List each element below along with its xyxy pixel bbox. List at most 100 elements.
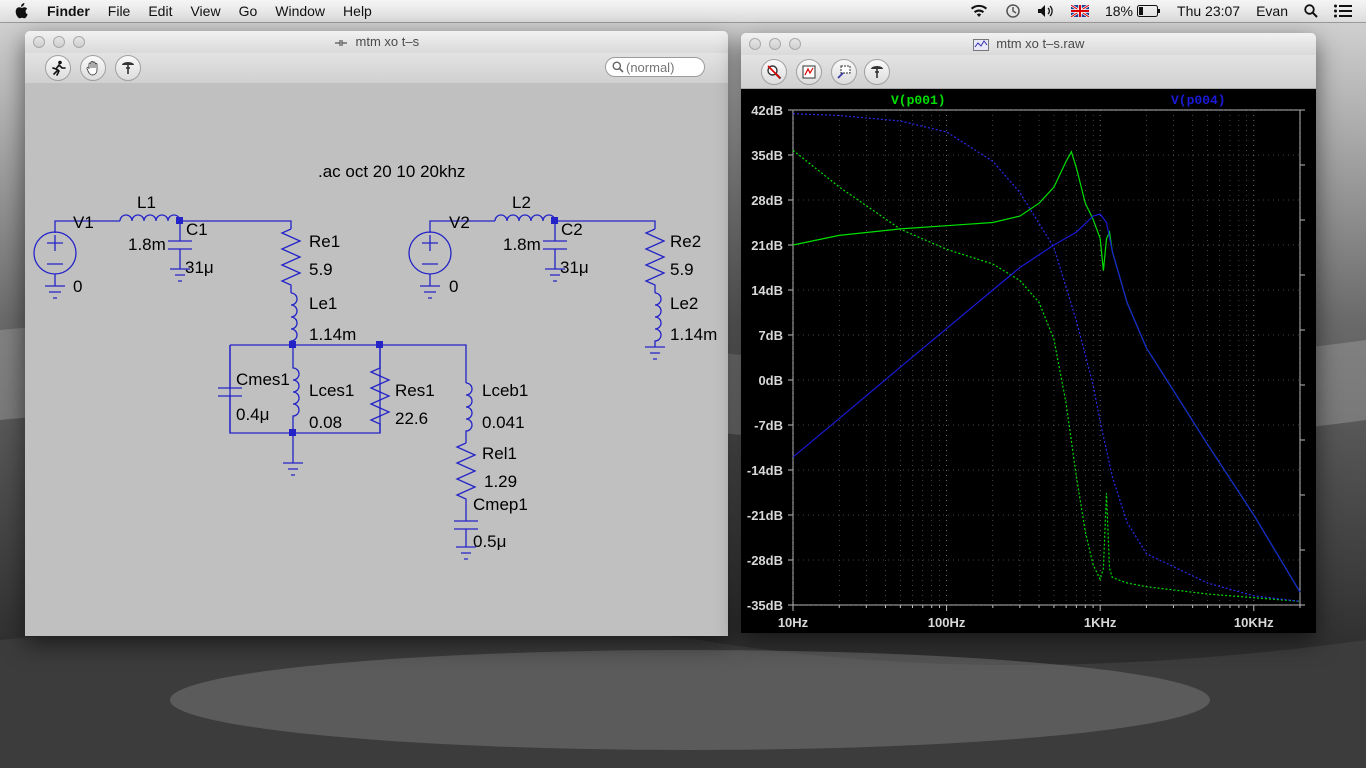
x-tick-label: 10KHz (1234, 615, 1274, 630)
inductor-l2[interactable] (494, 214, 556, 222)
battery-status[interactable]: 18% (1097, 3, 1169, 19)
notification-center-icon[interactable] (1326, 4, 1366, 18)
label-c2[interactable]: C2 (561, 220, 583, 239)
label-cmep1[interactable]: Cmep1 (473, 495, 528, 514)
x-tick-label: 1KHz (1084, 615, 1117, 630)
schematic-canvas[interactable]: .ac oct 20 10 20khz V1 0 L1 1.8m C1 31μ … (25, 83, 728, 636)
y-tick-label: -35dB (747, 598, 783, 613)
y-tick-label: 0dB (758, 373, 783, 388)
schematic-titlebar[interactable]: mtm xo t–s (25, 31, 728, 53)
ac-directive[interactable]: .ac oct 20 10 20khz (318, 162, 465, 181)
close-button[interactable] (33, 36, 45, 48)
y-tick-label: -14dB (747, 463, 783, 478)
rubber-band-zoom-button[interactable] (831, 59, 857, 85)
label-lces1[interactable]: Lces1 (309, 381, 354, 400)
y-tick-label: 14dB (751, 283, 783, 298)
value-lceb1[interactable]: 0.041 (482, 413, 525, 432)
label-rel1[interactable]: Rel1 (482, 444, 517, 463)
schematic-doc-icon (334, 39, 347, 46)
label-le1[interactable]: Le1 (309, 294, 337, 313)
menu-window[interactable]: Window (266, 0, 334, 22)
trace-2-phase (792, 149, 1301, 602)
waveform-window: mtm xo t–s.raw 42dB 35dB 28dB 21dB 14dB 7dB 0d… (741, 33, 1316, 633)
zoom-cancel-icon (767, 65, 782, 80)
probe-button[interactable] (115, 55, 141, 81)
menu-help[interactable]: Help (334, 0, 381, 22)
search-icon (612, 61, 624, 73)
trace-1-magnitude (792, 150, 1301, 593)
waveform-doc-icon (972, 38, 989, 51)
y-tick-label: 42dB (751, 103, 783, 118)
menubar-user[interactable]: Evan (1248, 3, 1296, 19)
label-re1[interactable]: Re1 (309, 232, 340, 251)
menubar-clock[interactable]: Thu 23:07 (1169, 3, 1248, 19)
menu-file[interactable]: File (99, 0, 140, 22)
inductor-lceb1[interactable] (465, 382, 473, 443)
minimize-button[interactable] (53, 36, 65, 48)
volume-icon[interactable] (1029, 4, 1063, 18)
inductor-le2[interactable] (645, 292, 665, 360)
waveform-titlebar[interactable]: mtm xo t–s.raw (741, 33, 1316, 55)
menu-edit[interactable]: Edit (139, 0, 181, 22)
value-l1[interactable]: 1.8m (128, 235, 166, 254)
halt-button[interactable] (80, 55, 106, 81)
menubar: Finder File Edit View Go Window Help 18%… (0, 0, 1366, 23)
x-tick-label: 100Hz (928, 615, 966, 630)
label-le2[interactable]: Le2 (670, 294, 698, 313)
time-machine-icon[interactable] (997, 3, 1029, 19)
value-rel1[interactable]: 1.29 (484, 472, 517, 491)
waveform-plot[interactable]: 42dB 35dB 28dB 21dB 14dB 7dB 0dB -7dB -14dB -21dB… (741, 89, 1316, 633)
inductor-lces1[interactable] (292, 345, 300, 433)
label-v1[interactable]: V1 (73, 213, 94, 232)
inductor-le1[interactable] (290, 292, 298, 345)
zoom-cancel-button[interactable] (761, 59, 787, 85)
minimize-button[interactable] (769, 38, 781, 50)
value-l2[interactable]: 1.8m (503, 235, 541, 254)
hand-icon (86, 61, 98, 76)
menu-go[interactable]: Go (230, 0, 267, 22)
value-cmep1[interactable]: 0.5μ (473, 532, 506, 551)
wifi-icon[interactable] (961, 4, 997, 18)
label-l1[interactable]: L1 (137, 193, 156, 212)
value-re1[interactable]: 5.9 (309, 260, 333, 279)
y-tick-label: -7dB (754, 418, 783, 433)
value-le2[interactable]: 1.14m (670, 325, 717, 344)
apple-icon[interactable] (14, 3, 32, 19)
autorange-button[interactable] (796, 59, 822, 85)
value-cmes1[interactable]: 0.4μ (236, 405, 269, 424)
label-v2[interactable]: V2 (449, 213, 470, 232)
y-tick-label: 21dB (751, 238, 783, 253)
label-res1[interactable]: Res1 (395, 381, 435, 400)
close-button[interactable] (749, 38, 761, 50)
value-re2[interactable]: 5.9 (670, 260, 694, 279)
value-le1[interactable]: 1.14m (309, 325, 356, 344)
value-c1[interactable]: 31μ (185, 258, 214, 277)
schematic-window: mtm xo t–s (normal) .ac oct 20 10 20khz … (25, 31, 728, 636)
label-lceb1[interactable]: Lceb1 (482, 381, 528, 400)
inductor-l1[interactable] (119, 214, 181, 222)
trace-4-phase (792, 113, 1301, 602)
label-l2[interactable]: L2 (512, 193, 531, 212)
resistor-re1[interactable] (280, 228, 302, 293)
label-c1[interactable]: C1 (186, 220, 208, 239)
menu-app-finder[interactable]: Finder (38, 0, 99, 22)
menu-view[interactable]: View (181, 0, 229, 22)
value-c2[interactable]: 31μ (560, 258, 589, 277)
y-tick-label: 7dB (758, 328, 783, 343)
legend-entry: V(p004) (1171, 93, 1226, 108)
label-cmes1[interactable]: Cmes1 (236, 370, 290, 389)
run-simulation-button[interactable] (45, 55, 71, 81)
value-v1[interactable]: 0 (73, 277, 82, 296)
value-res1[interactable]: 22.6 (395, 409, 428, 428)
zoom-button[interactable] (789, 38, 801, 50)
input-source-flag-icon[interactable] (1063, 5, 1097, 17)
spotlight-icon[interactable] (1296, 4, 1326, 18)
label-re2[interactable]: Re2 (670, 232, 701, 251)
value-v2[interactable]: 0 (449, 277, 458, 296)
value-lces1[interactable]: 0.08 (309, 413, 342, 432)
resistor-re2[interactable] (644, 228, 666, 293)
y-tick-label: 35dB (751, 148, 783, 163)
probe-button[interactable] (864, 59, 890, 85)
waveform-window-title: mtm xo t–s.raw (996, 36, 1085, 51)
zoom-button[interactable] (73, 36, 85, 48)
